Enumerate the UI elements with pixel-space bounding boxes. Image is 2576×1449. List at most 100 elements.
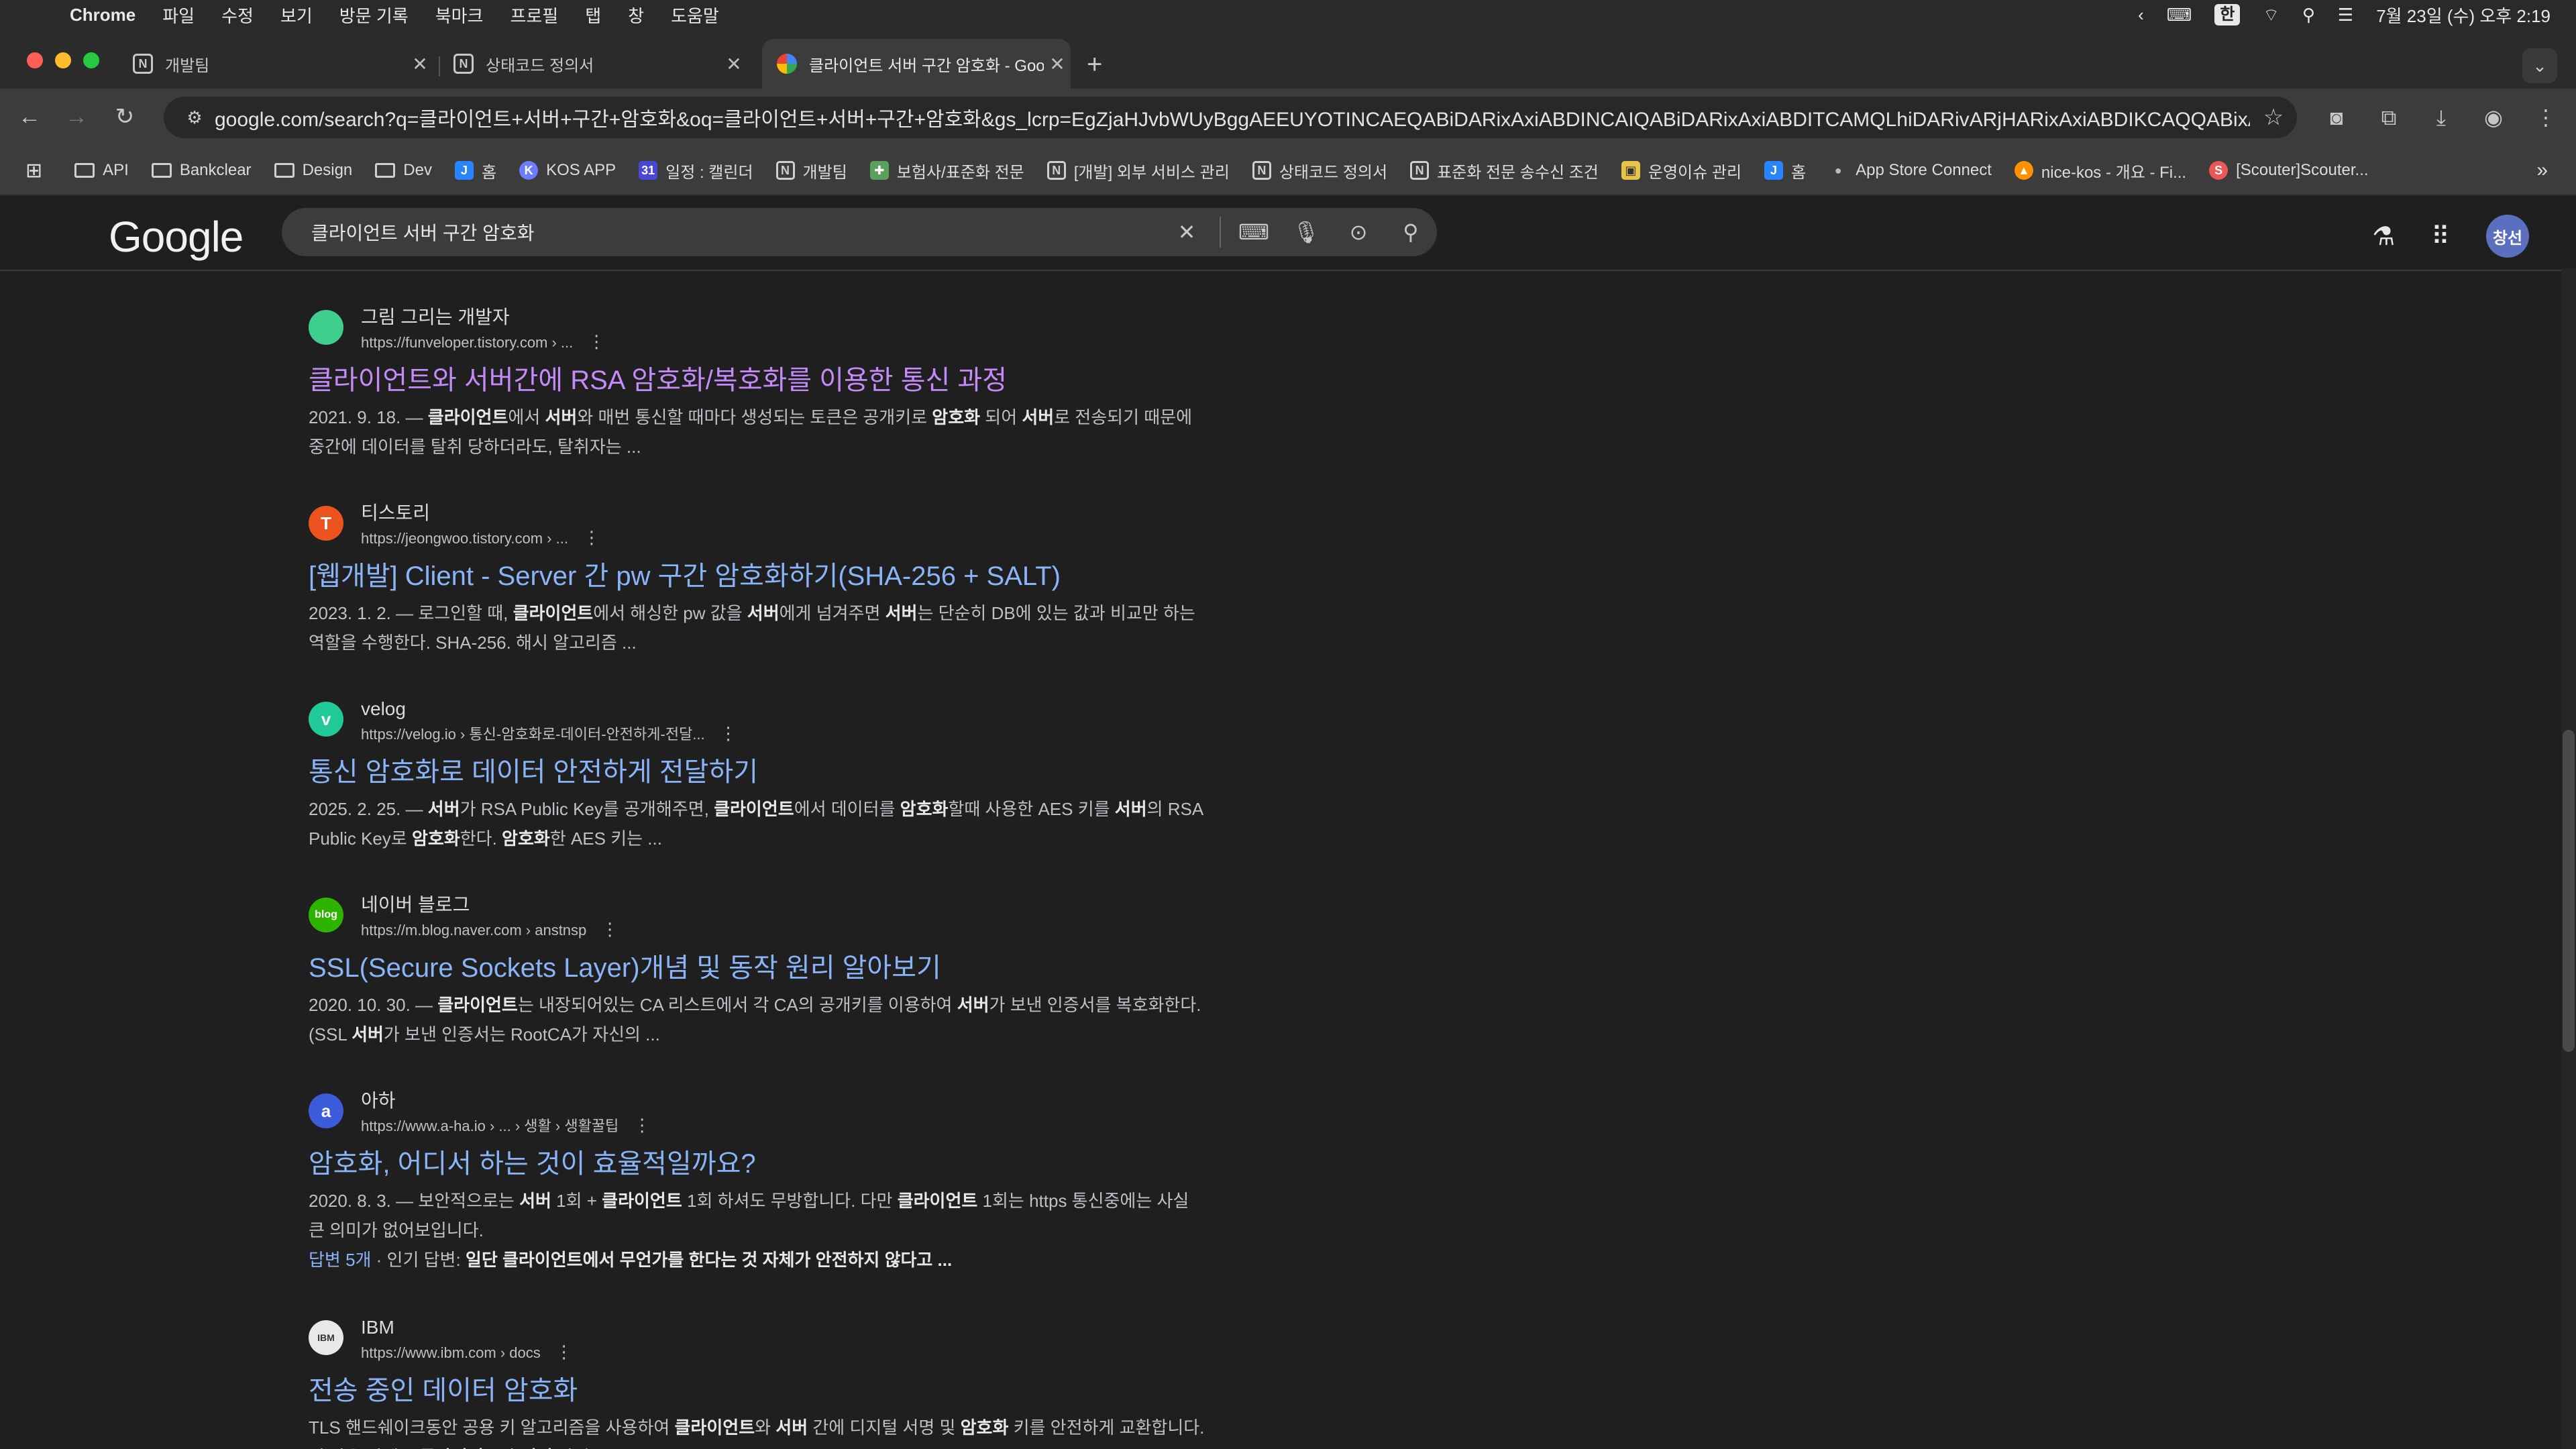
google-logo[interactable]: Google: [109, 212, 244, 262]
result-site-name[interactable]: 네이버 블로그: [361, 892, 619, 918]
site-favicon-icon[interactable]: a: [309, 1093, 343, 1128]
bookmark-kos-app[interactable]: K KOS APP: [519, 161, 616, 180]
input-source-indicator[interactable]: 한: [2214, 4, 2241, 25]
clear-icon[interactable]: ✕: [1161, 219, 1213, 245]
menu-app-name[interactable]: Chrome: [70, 5, 136, 25]
bookmark-folder-api[interactable]: API: [74, 161, 129, 180]
minimize-window-button[interactable]: [55, 52, 71, 68]
avatar[interactable]: 창선: [2486, 215, 2529, 258]
site-favicon-icon[interactable]: blog: [309, 898, 343, 932]
tab-status-code[interactable]: N 상태코드 정의서 ✕: [439, 39, 747, 89]
site-favicon-icon[interactable]: IBM: [309, 1320, 343, 1355]
result-url[interactable]: https://www.a-ha.io › ... › 생활 › 생활꿀팁: [361, 1118, 619, 1134]
bookmark-status-code[interactable]: N 상태코드 정의서: [1252, 159, 1387, 182]
result-url[interactable]: https://velog.io › 통신-암호화로-데이터-안전하게-전달..…: [361, 726, 705, 743]
result-url[interactable]: https://funveloper.tistory.com › ...: [361, 334, 573, 351]
bookmark-dev-team[interactable]: N 개발팀: [775, 159, 847, 182]
reload-icon[interactable]: ↻: [110, 102, 140, 131]
result-title-link[interactable]: [웹개발] Client - Server 간 pw 구간 암호화하기(SHA-…: [309, 557, 1208, 596]
wifi-icon[interactable]: ⌔: [2263, 4, 2279, 26]
close-icon[interactable]: ✕: [1044, 53, 1071, 75]
search-icon[interactable]: ⚲: [1385, 219, 1437, 245]
more-options-icon[interactable]: ⋮: [583, 527, 600, 547]
menu-profiles[interactable]: 프로필: [510, 3, 558, 28]
site-info-icon[interactable]: ⚙: [174, 107, 215, 128]
site-favicon-icon[interactable]: [309, 310, 343, 345]
profile-icon[interactable]: ◉: [2477, 101, 2510, 134]
address-bar[interactable]: ⚙ google.com/search?q=클라이언트+서버+구간+암호화&oq…: [164, 97, 2297, 138]
bookmark-external-services[interactable]: N [개발] 외부 서비스 관리: [1046, 159, 1230, 182]
control-center-icon[interactable]: ☰: [2338, 5, 2353, 25]
result-title-link[interactable]: 전송 중인 데이터 암호화: [309, 1371, 1208, 1410]
apps-grid-icon[interactable]: ⊞: [25, 159, 42, 182]
close-window-button[interactable]: [27, 52, 43, 68]
bookmark-standard-conditions[interactable]: N 표준화 전문 송수신 조건: [1410, 159, 1599, 182]
new-tab-icon[interactable]: +: [1087, 50, 1102, 80]
menu-bookmarks[interactable]: 북마크: [435, 3, 484, 28]
menubar-clock[interactable]: 7월 23일 (수) 오후 2:19: [2376, 3, 2551, 28]
result-url[interactable]: https://www.ibm.com › docs: [361, 1344, 541, 1361]
result-title-link[interactable]: 클라이언트와 서버간에 RSA 암호화/복호화를 이용한 통신 과정: [309, 361, 1208, 400]
result-url[interactable]: https://jeongwoo.tistory.com › ...: [361, 530, 568, 547]
search-box[interactable]: 클라이언트 서버 구간 암호화 ✕ ⌨ 🎙︎ ⊙ ⚲: [282, 208, 1437, 256]
menu-history[interactable]: 방문 기록: [339, 3, 409, 28]
address-url[interactable]: google.com/search?q=클라이언트+서버+구간+암호화&oq=클…: [215, 103, 2250, 132]
result-site-name[interactable]: 아하: [361, 1088, 651, 1114]
bookmark-home-2[interactable]: J홈: [1764, 159, 1806, 182]
bookmark-calendar[interactable]: 31 일정 : 캘린더: [639, 159, 753, 182]
back-arrow-icon[interactable]: ←: [15, 102, 44, 131]
result-url[interactable]: https://m.blog.naver.com › anstnsp: [361, 922, 586, 938]
result-title-link[interactable]: SSL(Secure Sockets Layer)개념 및 동작 원리 알아보기: [309, 949, 1208, 987]
menu-window[interactable]: 창: [628, 3, 644, 28]
zoom-window-button[interactable]: [83, 52, 99, 68]
more-options-icon[interactable]: ⋮: [601, 919, 619, 939]
bookmark-star-icon[interactable]: ☆: [2250, 104, 2297, 131]
google-apps-icon[interactable]: ⠿: [2431, 221, 2450, 252]
result-title-link[interactable]: 통신 암호화로 데이터 안전하게 전달하기: [309, 753, 1208, 792]
close-icon[interactable]: ✕: [720, 53, 747, 75]
site-favicon-icon[interactable]: T: [309, 506, 343, 541]
site-favicon-icon[interactable]: v: [309, 702, 343, 737]
menu-view[interactable]: 보기: [280, 3, 313, 28]
forward-arrow-icon[interactable]: →: [62, 102, 91, 131]
bookmark-scouter[interactable]: S [Scouter]Scouter...: [2209, 161, 2369, 180]
chevron-left-icon[interactable]: ‹: [2138, 5, 2144, 25]
bookmark-insurance-standard[interactable]: ✚ 보험사/표준화 전문: [869, 159, 1024, 182]
spotlight-search-icon[interactable]: ⚲: [2302, 5, 2315, 25]
bookmark-folder-design[interactable]: Design: [274, 161, 352, 180]
bookmark-app-store-connect[interactable]: ● App Store Connect: [1829, 161, 1992, 180]
microphone-icon[interactable]: 🎙︎: [1280, 219, 1332, 245]
menu-file[interactable]: 파일: [162, 3, 195, 28]
bookmark-home[interactable]: J홈: [454, 159, 496, 182]
close-icon[interactable]: ✕: [407, 53, 433, 75]
lens-camera-icon[interactable]: ⊙: [1332, 219, 1385, 245]
keyboard-icon[interactable]: ⌨: [1228, 219, 1280, 245]
keyboard-viewer-icon[interactable]: ⌨: [2167, 5, 2192, 25]
more-menu-icon[interactable]: ⋮: [2529, 101, 2563, 134]
more-options-icon[interactable]: ⋮: [720, 723, 737, 743]
download-icon[interactable]: ⤓: [2424, 101, 2458, 134]
bookmark-firebase[interactable]: ▲ nice-kos - 개요 - Fi...: [2014, 159, 2186, 182]
extensions-puzzle-icon[interactable]: ⧉: [2372, 101, 2406, 134]
menu-help[interactable]: 도움말: [671, 3, 719, 28]
more-bookmarks-icon[interactable]: »: [2536, 159, 2548, 182]
scrollbar-thumb[interactable]: [2563, 730, 2575, 1052]
bookmark-folder-bankclear[interactable]: Bankclear: [151, 161, 252, 180]
more-options-icon[interactable]: ⋮: [588, 331, 605, 352]
result-site-name[interactable]: velog: [361, 696, 737, 722]
menu-edit[interactable]: 수정: [221, 3, 254, 28]
more-options-icon[interactable]: ⋮: [555, 1342, 573, 1362]
result-site-name[interactable]: 그림 그리는 개발자: [361, 305, 605, 330]
bookmark-ops-issues[interactable]: ▣ 운영이슈 관리: [1621, 159, 1741, 182]
labs-flask-icon[interactable]: ⚗: [2372, 221, 2395, 252]
apple-logo-icon[interactable]: [27, 3, 50, 26]
tab-dev-team[interactable]: N 개발팀 ✕: [118, 39, 433, 89]
result-title-link[interactable]: 암호화, 어디서 하는 것이 효율적일까요?: [309, 1144, 1208, 1183]
menu-tab[interactable]: 탭: [585, 3, 601, 28]
tab-search-chevron-icon[interactable]: ⌄: [2522, 48, 2557, 83]
result-site-name[interactable]: IBM: [361, 1315, 573, 1340]
bookmark-folder-dev[interactable]: Dev: [375, 161, 432, 180]
result-site-name[interactable]: 티스토리: [361, 500, 600, 526]
camera-icon[interactable]: ◙: [2320, 101, 2353, 134]
search-input[interactable]: 클라이언트 서버 구간 암호화: [311, 219, 1161, 246]
